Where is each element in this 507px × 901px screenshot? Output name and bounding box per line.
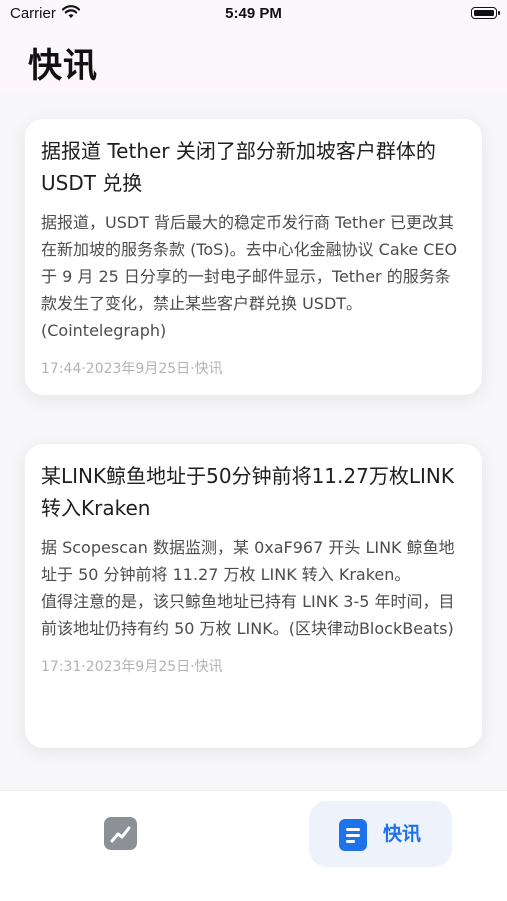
page-title: 快讯	[28, 46, 98, 86]
tab-news-label: 快讯	[383, 823, 422, 845]
news-body: 据 Scopescan 数据监测，某 0xaF967 开头 LINK 鲸鱼地址于…	[41, 538, 455, 638]
news-title: 某LINK鲸鱼地址于50分钟前将11.27万枚LINK转入Kraken	[41, 464, 454, 520]
tab-news[interactable]: 快讯	[309, 801, 452, 867]
battery-icon	[471, 7, 500, 19]
news-meta: 17:31·2023年9月25日·快讯	[41, 659, 223, 675]
news-title: 据报道 Tether 关闭了部分新加坡客户群体的 USDT 兑换	[41, 139, 436, 195]
news-document-icon	[339, 819, 367, 851]
news-body: 据报道，USDT 背后最大的稳定币发行商 Tether 已更改其在新加坡的服务条…	[41, 213, 458, 340]
news-card[interactable]: 某LINK鲸鱼地址于50分钟前将11.27万枚LINK转入Kraken 据 Sc…	[25, 444, 482, 748]
news-card[interactable]: 据报道 Tether 关闭了部分新加坡客户群体的 USDT 兑换 据报道，USD…	[25, 119, 482, 395]
tab-bar: 快讯	[0, 790, 507, 901]
status-bar: Carrier 5:49 PM	[0, 0, 507, 30]
clock-time: 5:49 PM	[225, 5, 282, 22]
chart-trend-glyph	[110, 826, 131, 843]
chart-trend-icon[interactable]	[104, 817, 137, 850]
page-header: 快讯	[0, 30, 507, 92]
news-meta: 17:44·2023年9月25日·快讯	[41, 361, 223, 377]
